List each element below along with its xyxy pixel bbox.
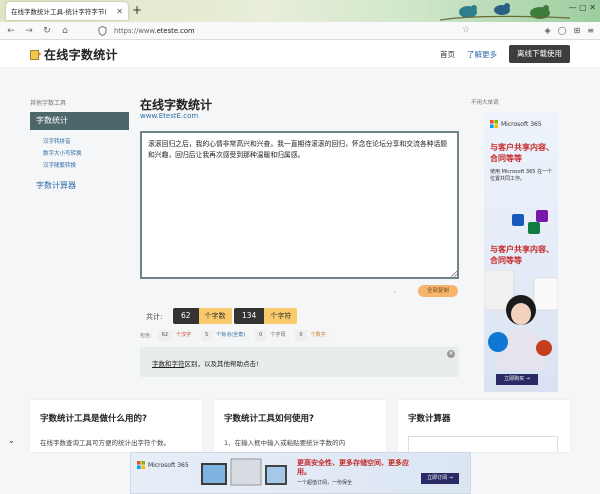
help-text[interactable]: 字数和字符区别，以及其他帮助点击! bbox=[152, 358, 259, 368]
stat-word-count: 62 个字数 bbox=[173, 308, 232, 324]
reload-icon[interactable]: ↻ bbox=[40, 26, 54, 36]
ad-headline-1: 与客户共享内容、合同等等 bbox=[490, 143, 554, 163]
close-icon[interactable]: ✕ bbox=[447, 350, 455, 358]
toolbar-icons: ◈ ◯ ⊞ ≡ bbox=[544, 26, 594, 35]
logo-icon bbox=[30, 49, 42, 60]
window-controls[interactable]: — ▢ ✕ bbox=[569, 3, 596, 12]
app-icons-image bbox=[512, 210, 548, 234]
birds-theme-image bbox=[440, 3, 570, 21]
copy-all-button[interactable]: 全部复制 bbox=[418, 285, 458, 297]
chip-letters: 0 个字母 bbox=[255, 329, 290, 341]
site-logo[interactable]: 在线字数统计 bbox=[30, 46, 118, 63]
browser-tab-bar: 在线字数统计工具-统计字符字节( ✕ + — ▢ ✕ bbox=[0, 0, 600, 22]
logo-text: 在线字数统计 bbox=[44, 48, 118, 62]
ad-buy-button[interactable]: 立即购买 → bbox=[496, 374, 538, 385]
text-input-area[interactable]: 滚滚回归之后，我的心情非常高兴和兴奋。我一直期待滚滚的回归，怀念在论坛分享和交流… bbox=[140, 131, 459, 279]
url-text: https://www.eteste.com bbox=[114, 27, 195, 35]
sidebar-heading: 其他字数工具 bbox=[30, 100, 67, 107]
microsoft-logo-icon bbox=[137, 461, 145, 469]
chevron-down-icon[interactable]: ⌄ bbox=[8, 436, 15, 445]
address-bar[interactable]: https://www.eteste.com ☆ bbox=[98, 25, 470, 37]
nav-learn-more-link[interactable]: 了解更多 bbox=[467, 49, 497, 60]
extensions-icon[interactable]: ⊞ bbox=[574, 26, 581, 35]
chip-digits: 0 个数字 bbox=[295, 329, 330, 341]
ad-headline-2: 与客户共享内容、合同等等 bbox=[490, 245, 554, 265]
banner-devices-image bbox=[201, 458, 287, 486]
bottom-banner-ad[interactable]: Microsoft 365 更高安全性、更多存储空间、更多应用。 一个超值订阅，… bbox=[130, 452, 471, 494]
side-ad[interactable]: Microsoft 365 与客户共享内容、合同等等 使用 Microsoft … bbox=[484, 112, 558, 392]
banner-subscribe-button[interactable]: 立即订阅 → bbox=[421, 473, 459, 484]
nav-home-link[interactable]: 首页 bbox=[440, 49, 455, 60]
back-icon[interactable]: ← bbox=[4, 26, 18, 36]
card-calculator: 字数计算器 bbox=[398, 400, 570, 452]
char-count-value: 134 bbox=[234, 308, 265, 324]
ad-label: 不用大单调 bbox=[471, 100, 499, 106]
microsoft-logo-icon bbox=[490, 120, 498, 128]
card-title: 字数统计工具如何使用? bbox=[224, 414, 314, 424]
corner-mark-icon: ⌟ bbox=[393, 287, 396, 294]
tab-title: 在线字数统计工具-统计字符字节( bbox=[11, 8, 107, 16]
card-text: 1、在输入框中输入或粘贴要统计字数的内 bbox=[224, 439, 346, 447]
banner-brand: Microsoft 365 bbox=[137, 461, 189, 469]
card-text: 在线字数查询工具可方便的统计出字符个数。 bbox=[40, 439, 170, 447]
ad-body-1: 使用 Microsoft 365 在一个位置共同工作。 bbox=[490, 169, 553, 182]
page-title: 在线字数统计 bbox=[140, 98, 213, 112]
help-info-box: 字数和字符区别，以及其他帮助点击! ✕ bbox=[140, 347, 459, 377]
chip-punctuation: 5 个标点(全角) bbox=[201, 329, 250, 341]
card-title: 字数计算器 bbox=[408, 414, 451, 424]
word-count-value: 62 bbox=[173, 308, 199, 324]
new-tab-button[interactable]: + bbox=[130, 3, 144, 17]
sidebar-subitem-traditional[interactable]: 汉字随繁转换 bbox=[43, 161, 76, 169]
total-label: 共计: bbox=[146, 313, 163, 321]
card-what-is: 字数统计工具是做什么用的? 在线字数查询工具可方便的统计出字符个数。 bbox=[30, 400, 202, 452]
detail-breakdown: 包含: 62 个汉字 5 个标点(全角) 0 个字母 0 个数字 bbox=[140, 329, 336, 341]
sidebar-item-word-count[interactable]: 字数统计 bbox=[30, 112, 129, 130]
card-title: 字数统计工具是做什么用的? bbox=[40, 414, 147, 424]
account-icon[interactable]: ◯ bbox=[558, 26, 567, 35]
page-subtitle[interactable]: www.EtestE.com bbox=[140, 112, 198, 120]
sidebar-subitem-number-case[interactable]: 数字大小写转换 bbox=[43, 149, 82, 157]
stat-char-count: 134 个字符 bbox=[234, 308, 298, 324]
ad-brand: Microsoft 365 bbox=[490, 120, 542, 128]
shield-icon bbox=[98, 26, 107, 36]
banner-headline: 更高安全性、更多存储空间、更多应用。 bbox=[297, 459, 409, 476]
calculator-input[interactable] bbox=[408, 436, 558, 452]
menu-icon[interactable]: ≡ bbox=[587, 26, 594, 35]
tab-close-icon[interactable]: ✕ bbox=[116, 7, 123, 16]
card-how-to: 字数统计工具如何使用? 1、在输入框中输入或粘贴要统计字数的内 bbox=[214, 400, 386, 452]
bookmark-star-icon[interactable]: ☆ bbox=[462, 25, 470, 35]
banner-sub: 一个超值订阅，一份保全 bbox=[297, 480, 353, 486]
resize-grip-icon[interactable] bbox=[451, 271, 457, 277]
detail-label: 包含: bbox=[140, 332, 152, 339]
offline-download-button[interactable]: 离线下载使用 bbox=[509, 45, 570, 63]
browser-navbar: ← → ↻ ⌂ https://www.eteste.com ☆ ◈ ◯ ⊞ ≡ bbox=[0, 22, 600, 40]
site-header: 在线字数统计 首页 了解更多 离线下载使用 bbox=[0, 40, 600, 68]
sidebar-item-calculator[interactable]: 字数计算器 bbox=[36, 180, 76, 191]
chip-chinese-chars: 62 个汉字 bbox=[157, 329, 196, 341]
ad-person-image bbox=[484, 270, 558, 370]
forward-icon[interactable]: → bbox=[22, 26, 36, 36]
char-count-unit: 个字符 bbox=[264, 308, 298, 324]
sidebar-subitem-pinyin[interactable]: 汉字转拼音 bbox=[43, 137, 71, 145]
top-nav: 首页 了解更多 离线下载使用 bbox=[440, 45, 570, 63]
browser-tab[interactable]: 在线字数统计工具-统计字符字节( ✕ bbox=[6, 2, 128, 20]
home-icon[interactable]: ⌂ bbox=[58, 26, 72, 36]
shield-toolbar-icon[interactable]: ◈ bbox=[544, 26, 550, 35]
word-count-unit: 个字数 bbox=[198, 308, 232, 324]
